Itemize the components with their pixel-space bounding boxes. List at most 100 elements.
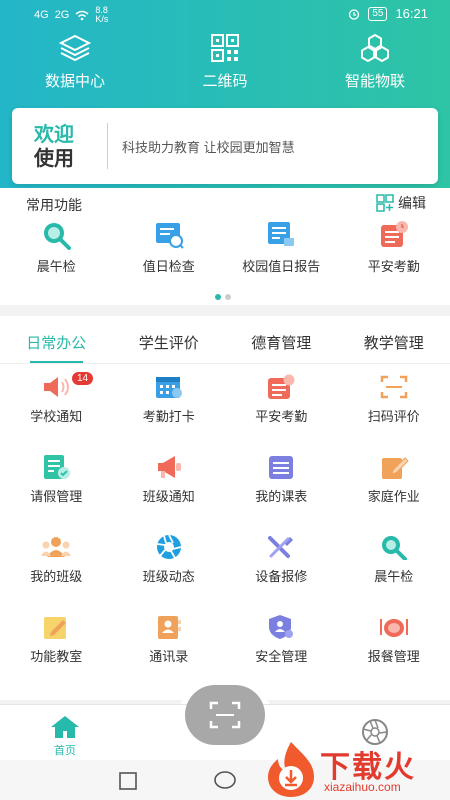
scan-icon (380, 375, 407, 399)
qrcode-icon (211, 34, 239, 62)
nav-home-label: 首页 (54, 745, 76, 757)
meal-icon (379, 619, 408, 637)
tab-daily-office[interactable]: 日常办公 (0, 316, 113, 363)
app-my-class[interactable]: 我的班级 (0, 530, 113, 610)
tab-moral-education[interactable]: 德育管理 (225, 316, 338, 363)
app-label: 我的班级 (30, 569, 83, 584)
welcome-title: 欢迎 使用 (12, 122, 107, 170)
circle-nav-icon[interactable] (213, 770, 237, 790)
welcome-line-2: 使用 (34, 146, 74, 170)
app-school-notice[interactable]: 14 学校通知 (0, 370, 113, 450)
home-icon (51, 716, 79, 738)
app-label: 请假管理 (30, 489, 83, 504)
contacts-icon (157, 616, 181, 639)
app-label: 班级通知 (142, 489, 195, 504)
app-homework[interactable]: 家庭作业 (338, 450, 450, 530)
app-label: 通讯录 (149, 649, 189, 664)
page-dot (225, 294, 231, 300)
common-item-label: 晨午检 (36, 259, 76, 274)
tab-bar: 日常办公 学生评价 德育管理 教学管理 (0, 316, 450, 364)
grid-edit-icon (376, 194, 394, 212)
common-item-morning-check[interactable]: 晨午检 (0, 220, 113, 275)
top-nav-qrcode[interactable]: 二维码 (150, 34, 300, 91)
search-icon (381, 536, 407, 560)
flame-logo-icon (268, 742, 314, 797)
edit-label: 编辑 (398, 195, 426, 211)
square-nav-icon[interactable] (118, 772, 138, 790)
nav-home[interactable]: 首页 (50, 715, 80, 758)
common-item-label: 校园值日报告 (242, 259, 321, 274)
app-morning-check[interactable]: 晨午检 (338, 530, 450, 610)
divider (107, 123, 108, 169)
search-icon (44, 223, 72, 250)
tabbed-panel: 日常办公 学生评价 德育管理 教学管理 14 学校通知 考勤打卡 平安考勤 扫码… (0, 316, 450, 700)
homework-icon (381, 457, 409, 479)
tab-teaching-management[interactable]: 教学管理 (338, 316, 450, 363)
section-title: 常用功能 (26, 197, 82, 213)
battery-level: 55 (368, 6, 388, 21)
app-label: 平安考勤 (255, 409, 308, 424)
app-meal-management[interactable]: 报餐管理 (338, 610, 450, 690)
status-bar: 4G 2G 8.8 K/s 55 16:21 (0, 0, 450, 28)
app-label: 晨午检 (374, 569, 414, 584)
top-nav-label: 数据中心 (44, 73, 105, 90)
app-attendance-checkin[interactable]: 考勤打卡 (113, 370, 226, 450)
unread-badge: 14 (72, 372, 94, 385)
network-2: 2G (54, 9, 70, 21)
common-item-label: 平安考勤 (367, 259, 420, 274)
common-item-duty-check[interactable]: 值日检查 (113, 220, 226, 275)
app-label: 班级动态 (142, 569, 195, 584)
app-function-classroom[interactable]: 功能教室 (0, 610, 113, 690)
tools-icon (268, 536, 294, 558)
page-dot-active (215, 294, 221, 300)
top-nav-data-center[interactable]: 数据中心 (0, 34, 150, 91)
shield-icon (269, 615, 294, 639)
watermark: 下载火 xiazaihuo.com (262, 740, 450, 800)
layers-icon (59, 34, 91, 62)
attendance-icon (268, 374, 295, 399)
common-functions: 常用功能 编辑 晨午检 值日检查 校园值日报告 平安考勤 (0, 188, 450, 305)
megaphone-icon (157, 456, 181, 478)
hexagon-cluster-icon (361, 34, 389, 62)
app-label: 学校通知 (30, 409, 83, 424)
app-label: 功能教室 (30, 649, 83, 664)
app-label: 安全管理 (255, 649, 308, 664)
welcome-card: 欢迎 使用 科技助力教育 让校园更加智慧 (12, 108, 438, 184)
app-my-schedule[interactable]: 我的课表 (225, 450, 338, 530)
top-nav-label: 智能物联 (344, 73, 405, 90)
app-label: 我的课表 (255, 489, 308, 504)
app-safe-attendance[interactable]: 平安考勤 (225, 370, 338, 450)
app-class-moments[interactable]: 班级动态 (113, 530, 226, 610)
wifi-icon (75, 10, 89, 20)
duty-check-icon (155, 223, 184, 249)
alarm-icon (349, 8, 360, 20)
app-label: 设备报修 (255, 569, 308, 584)
welcome-line-1: 欢迎 (34, 122, 74, 146)
app-scan-evaluation[interactable]: 扫码评价 (338, 370, 450, 450)
tab-student-evaluation[interactable]: 学生评价 (113, 316, 226, 363)
status-time: 16:21 (395, 6, 428, 21)
class-icon (41, 537, 72, 557)
common-item-duty-report[interactable]: 校园值日报告 (225, 220, 338, 275)
net-speed: 8.8 K/s (95, 5, 109, 24)
calendar-icon (155, 377, 182, 398)
aperture-icon (156, 534, 181, 559)
common-item-label: 值日检查 (142, 259, 195, 274)
top-nav-label: 二维码 (202, 73, 248, 90)
watermark-url: xiazaihuo.com (324, 780, 401, 794)
edit-button[interactable]: 编辑 (376, 193, 426, 213)
schedule-icon (269, 456, 294, 479)
app-equipment-repair[interactable]: 设备报修 (225, 530, 338, 610)
top-nav-iot[interactable]: 智能物联 (300, 34, 450, 91)
app-grid: 14 学校通知 考勤打卡 平安考勤 扫码评价 请假管理 班级通知 我的课表 家庭… (0, 370, 450, 690)
app-label: 考勤打卡 (142, 409, 195, 424)
app-class-notice[interactable]: 班级通知 (113, 450, 226, 530)
common-item-attendance[interactable]: 平安考勤 (338, 220, 450, 275)
speaker-icon (44, 377, 70, 397)
top-nav: 数据中心 二维码 智能物联 (0, 34, 450, 91)
classroom-icon (44, 617, 67, 639)
app-leave-management[interactable]: 请假管理 (0, 450, 113, 530)
report-icon (268, 222, 295, 246)
scan-button[interactable] (185, 685, 265, 745)
app-label: 报餐管理 (367, 649, 420, 664)
